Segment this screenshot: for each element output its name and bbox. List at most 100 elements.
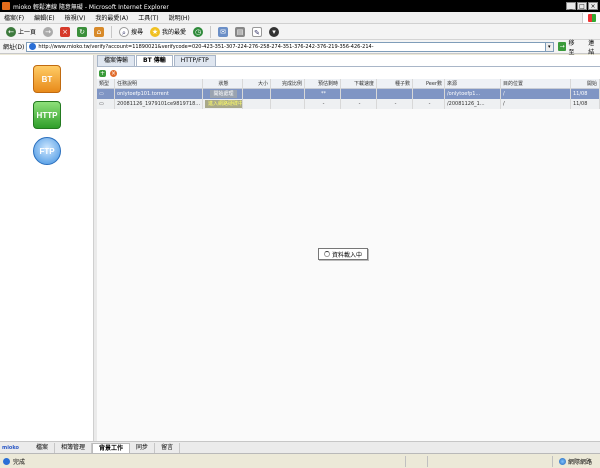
row-seeds: - xyxy=(377,99,413,109)
ie-app-icon xyxy=(2,2,10,10)
row-status: 進入網路硬碟中 xyxy=(203,99,243,109)
messenger-button[interactable]: ▾ xyxy=(267,26,281,38)
status-panel xyxy=(427,455,445,467)
toolbar-separator xyxy=(111,25,113,38)
col-status[interactable]: 狀態 xyxy=(203,79,243,89)
col-type[interactable]: 類型 xyxy=(97,79,115,89)
windows-flag-icon xyxy=(587,13,596,22)
go-button[interactable]: → 移至 xyxy=(557,38,581,56)
back-label: 上一頁 xyxy=(18,29,37,36)
delete-task-icon[interactable]: × xyxy=(110,69,117,77)
status-badge: 開始處理 xyxy=(210,90,237,98)
col-destination[interactable]: 目的位置 xyxy=(501,79,571,89)
bottom-tab-background-jobs[interactable]: 背景工作 xyxy=(92,442,131,453)
row-speed: - xyxy=(341,99,377,109)
menu-help[interactable]: 說明(H) xyxy=(169,13,190,22)
row-start: 11/08 xyxy=(571,99,600,109)
col-progress[interactable]: 完成比例 xyxy=(271,79,305,89)
address-url: http://www.mioko.tw/verify?account=11890… xyxy=(38,43,374,50)
bottom-tab-files[interactable]: 檔案 xyxy=(30,442,56,453)
window-title: mioko 輕鬆連線 隨意無礙 - Microsoft Internet Exp… xyxy=(13,3,169,11)
spinner-icon xyxy=(323,251,330,257)
printer-icon: ▤ xyxy=(235,26,246,37)
zone-label: 網際網路 xyxy=(567,458,592,466)
menu-edit[interactable]: 編輯(E) xyxy=(34,13,54,22)
maximize-button[interactable]: □ xyxy=(577,2,587,10)
minimize-button[interactable]: _ xyxy=(566,2,576,10)
mioko-logo: mioko xyxy=(2,444,19,451)
mail-button[interactable]: ✉ xyxy=(216,26,230,38)
grid-header: 類型 任務說明 狀態 大小 完成比例 預估剩時 下載速度 種子數 Peer數 來… xyxy=(97,79,600,89)
add-task-icon[interactable]: + xyxy=(99,69,106,77)
row-progress xyxy=(271,99,305,109)
windows-logo xyxy=(582,12,600,23)
table-row[interactable]: ▭ 20081126_1979101ce9819718... 進入網路硬碟中 -… xyxy=(97,99,600,109)
print-button[interactable]: ▤ xyxy=(233,26,247,38)
bt-protocol-button[interactable]: BT xyxy=(33,65,61,93)
bottom-tab-messages[interactable]: 留言 xyxy=(155,442,181,453)
search-button[interactable]: ⌕ 搜尋 xyxy=(117,26,145,38)
row-start: 11/08 xyxy=(571,89,600,99)
back-arrow-icon: ← xyxy=(6,26,16,37)
history-button[interactable]: ◷ xyxy=(191,26,205,38)
row-peers xyxy=(413,89,445,99)
status-badge: 進入網路硬碟中 xyxy=(205,100,242,108)
tab-file-transfer[interactable]: 檔案傳輸 xyxy=(97,55,136,66)
table-row[interactable]: ▭ onlytoefp101.torrent 開始處理 ** /onlytoef… xyxy=(97,89,600,99)
ftp-protocol-button[interactable]: FTP xyxy=(33,137,61,165)
chevron-down-icon: ▾ xyxy=(269,26,280,37)
row-destination: / xyxy=(501,99,571,109)
ftp-label: FTP xyxy=(39,146,55,156)
menu-bar: 檔案(F) 編輯(E) 檢視(V) 我的最愛(A) 工具(T) 說明(H) xyxy=(0,12,600,24)
col-seeds[interactable]: 種子數 xyxy=(377,79,413,89)
row-peers: - xyxy=(413,99,445,109)
edit-button[interactable]: ✎ xyxy=(250,26,264,38)
search-icon: ⌕ xyxy=(119,26,130,37)
http-label: HTTP xyxy=(36,110,58,120)
col-source[interactable]: 來源 xyxy=(445,79,501,89)
refresh-icon: ↻ xyxy=(77,26,88,37)
stop-button[interactable]: × xyxy=(58,26,72,38)
search-label: 搜尋 xyxy=(131,29,144,36)
grid-empty-area xyxy=(97,109,600,441)
address-input[interactable]: http://www.mioko.tw/verify?account=11890… xyxy=(26,41,546,52)
row-destination: / xyxy=(501,89,571,99)
bottom-tab-sync[interactable]: 同步 xyxy=(130,442,156,453)
tab-underline xyxy=(97,66,600,67)
row-task-name: onlytoefp101.torrent xyxy=(115,89,203,99)
row-status: 開始處理 xyxy=(203,89,243,99)
bottom-tab-albums[interactable]: 相簿管理 xyxy=(55,442,93,453)
tab-http-ftp[interactable]: HTTP/FTP xyxy=(173,55,216,66)
row-size xyxy=(243,99,271,109)
browser-toolbar: ← 上一頁 → × ↻ ⌂ ⌕ 搜尋 ★ 我的最愛 ◷ ✉ ▤ ✎ ▾ xyxy=(0,24,600,40)
edit-page-icon: ✎ xyxy=(252,26,263,37)
col-start[interactable]: 開始 xyxy=(571,79,600,89)
status-bar: 完成 網際網路 xyxy=(0,453,600,468)
menu-view[interactable]: 檢視(V) xyxy=(65,13,86,22)
col-speed[interactable]: 下載速度 xyxy=(341,79,377,89)
col-eta[interactable]: 預估剩時 xyxy=(305,79,341,89)
http-protocol-button[interactable]: HTTP xyxy=(33,101,61,129)
row-progress xyxy=(271,89,305,99)
col-peers[interactable]: Peer數 xyxy=(413,79,445,89)
address-dropdown[interactable]: ▾ xyxy=(545,41,554,52)
home-button[interactable]: ⌂ xyxy=(92,26,106,38)
menu-tools[interactable]: 工具(T) xyxy=(138,13,158,22)
row-eta: ** xyxy=(305,89,341,99)
refresh-button[interactable]: ↻ xyxy=(75,26,89,38)
history-icon: ◷ xyxy=(193,26,204,37)
title-bar: mioko 輕鬆連線 隨意無礙 - Microsoft Internet Exp… xyxy=(0,0,600,12)
tab-bt-transfer[interactable]: BT 傳輸 xyxy=(136,55,173,66)
row-speed xyxy=(341,89,377,99)
row-task-name: 20081126_1979101ce9819718... xyxy=(115,99,203,109)
forward-button[interactable]: → xyxy=(41,26,55,38)
col-task-name[interactable]: 任務說明 xyxy=(115,79,203,89)
menu-favorites[interactable]: 我的最愛(A) xyxy=(95,13,128,22)
close-button[interactable]: × xyxy=(588,2,598,10)
row-type-icon: ▭ xyxy=(97,99,115,109)
col-size[interactable]: 大小 xyxy=(243,79,271,89)
back-button[interactable]: ← 上一頁 xyxy=(4,26,38,38)
favorites-button[interactable]: ★ 我的最愛 xyxy=(148,26,188,38)
links-button[interactable]: 連結 xyxy=(588,38,600,56)
menu-file[interactable]: 檔案(F) xyxy=(4,13,24,22)
